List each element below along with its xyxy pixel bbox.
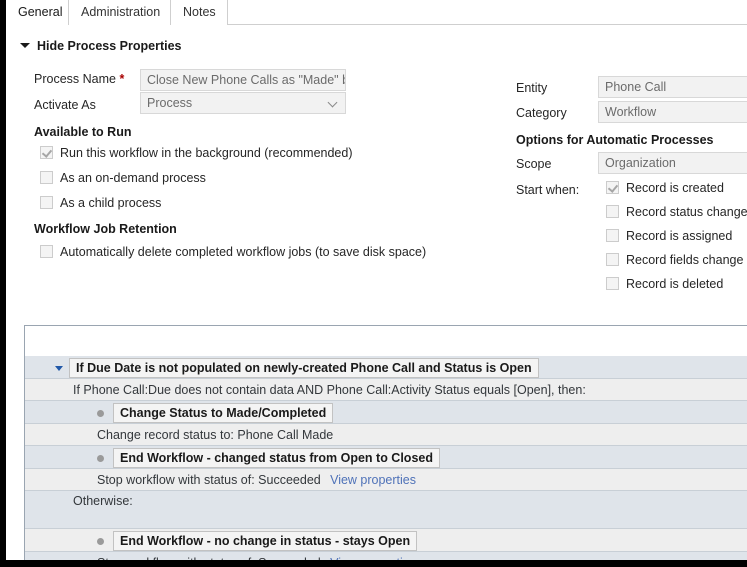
available-to-run-heading: Available to Run: [34, 125, 132, 139]
table-row: Stop workflow with status of: Succeeded …: [25, 469, 747, 491]
entity-label: Entity: [516, 81, 548, 95]
chevron-down-icon: [329, 99, 338, 108]
checkbox-record-status-changes[interactable]: Record status changes: [606, 205, 747, 219]
chevron-down-icon[interactable]: [55, 365, 63, 371]
checkbox-record-is-deleted-label: Record is deleted: [626, 277, 724, 291]
view-properties-link[interactable]: View properties: [330, 473, 416, 487]
tab-administration[interactable]: Administration: [68, 0, 178, 25]
window-frame: General Administration Notes Hide Proces…: [0, 0, 747, 567]
category-label: Category: [516, 106, 567, 120]
workflow-job-retention-heading: Workflow Job Retention: [34, 222, 177, 236]
activate-as-value: Process: [147, 96, 193, 110]
tab-general-label: General: [18, 5, 63, 19]
checkbox-icon[interactable]: [606, 181, 619, 194]
checkbox-record-is-deleted[interactable]: Record is deleted: [606, 277, 723, 291]
table-row: Change record status to: Phone Call Made: [25, 424, 747, 446]
checkbox-icon[interactable]: [40, 196, 53, 209]
tab-administration-label: Administration: [81, 5, 161, 19]
scope-value: Organization: [605, 156, 676, 170]
checkbox-record-fields-change-label: Record fields change: [626, 253, 744, 267]
checkbox-icon[interactable]: [606, 277, 619, 290]
steps-toolbar: [25, 326, 747, 356]
checkbox-icon[interactable]: [40, 146, 53, 159]
step-bullet-icon: [97, 454, 104, 462]
checkbox-icon[interactable]: [40, 171, 53, 184]
otherwise-label: Otherwise:: [73, 493, 133, 508]
checkbox-record-is-assigned[interactable]: Record is assigned: [606, 229, 732, 243]
category-value: Workflow: [605, 105, 657, 119]
table-row: Stop workflow with status of: Succeeded …: [25, 552, 747, 560]
checkbox-auto-delete-jobs-label: Automatically delete completed workflow …: [60, 245, 427, 259]
start-when-label: Start when:: [516, 183, 580, 197]
checkbox-record-is-created-label: Record is created: [626, 181, 724, 195]
table-row[interactable]: End Workflow - no change in status - sta…: [25, 529, 747, 552]
process-name-input[interactable]: Close New Phone Calls as "Made" by De: [140, 69, 346, 91]
tab-general[interactable]: General: [6, 0, 76, 25]
checkbox-run-in-background-label: Run this workflow in the background (rec…: [60, 146, 353, 160]
step2-title[interactable]: End Workflow - changed status from Open …: [113, 448, 440, 468]
condition-expression: If Phone Call:Due does not contain data …: [73, 382, 586, 397]
scope-input[interactable]: Organization: [598, 152, 747, 174]
table-row[interactable]: Change Status to Made/Completed: [25, 401, 747, 424]
table-row[interactable]: End Workflow - changed status from Open …: [25, 446, 747, 469]
checkbox-record-is-created[interactable]: Record is created: [606, 181, 724, 195]
step-bullet-icon: [97, 409, 104, 417]
checkbox-run-in-background[interactable]: Run this workflow in the background (rec…: [40, 146, 353, 160]
step3-detail: Stop workflow with status of: Succeeded: [97, 556, 321, 560]
table-row: Otherwise:: [25, 491, 747, 529]
hide-process-properties-toggle[interactable]: Hide Process Properties: [20, 39, 182, 53]
condition-title[interactable]: If Due Date is not populated on newly-cr…: [69, 358, 539, 378]
step1-detail: Change record status to: Phone Call Made: [97, 427, 334, 442]
step-bullet-icon: [97, 537, 104, 545]
activate-as-select[interactable]: Process: [140, 92, 346, 114]
table-row: If Phone Call:Due does not contain data …: [25, 379, 747, 401]
tab-notes-label: Notes: [183, 5, 216, 19]
chevron-down-icon: [20, 43, 30, 49]
checkbox-icon[interactable]: [606, 229, 619, 242]
table-row[interactable]: If Due Date is not populated on newly-cr…: [25, 356, 747, 379]
workflow-steps-grid: If Due Date is not populated on newly-cr…: [24, 325, 747, 560]
required-asterisk: *: [119, 72, 125, 86]
step2-detail: Stop workflow with status of: Succeeded: [97, 472, 321, 487]
checkbox-icon[interactable]: [606, 253, 619, 266]
step3-title[interactable]: End Workflow - no change in status - sta…: [113, 531, 418, 551]
scope-label: Scope: [516, 157, 552, 171]
checkbox-child-process[interactable]: As a child process: [40, 196, 161, 210]
process-name-label: Process Name *: [34, 72, 124, 86]
checkbox-child-process-label: As a child process: [60, 196, 162, 210]
checkbox-record-fields-change[interactable]: Record fields change: [606, 253, 743, 267]
form-page: General Administration Notes Hide Proces…: [6, 0, 747, 560]
options-automatic-processes-heading: Options for Automatic Processes: [516, 133, 714, 147]
step1-title[interactable]: Change Status to Made/Completed: [113, 403, 334, 423]
checkbox-record-is-assigned-label: Record is assigned: [626, 229, 733, 243]
tab-notes[interactable]: Notes: [170, 0, 228, 25]
checkbox-icon[interactable]: [606, 205, 619, 218]
entity-value: Phone Call: [605, 80, 667, 94]
tab-strip: General Administration Notes: [6, 0, 747, 25]
steps-rows: If Due Date is not populated on newly-cr…: [25, 356, 747, 560]
checkbox-icon[interactable]: [40, 245, 53, 258]
checkbox-on-demand-process[interactable]: As an on-demand process: [40, 171, 206, 185]
view-properties-link[interactable]: View properties: [330, 556, 416, 560]
category-input[interactable]: Workflow: [598, 101, 747, 123]
activate-as-label: Activate As: [34, 98, 96, 112]
checkbox-on-demand-process-label: As an on-demand process: [60, 171, 206, 185]
hide-process-properties-label: Hide Process Properties: [37, 39, 182, 53]
process-name-label-text: Process Name: [34, 72, 116, 86]
checkbox-auto-delete-jobs[interactable]: Automatically delete completed workflow …: [40, 245, 426, 259]
entity-input[interactable]: Phone Call: [598, 76, 747, 98]
checkbox-record-status-changes-label: Record status changes: [626, 205, 747, 219]
process-name-value: Close New Phone Calls as "Made" by De: [147, 73, 345, 87]
